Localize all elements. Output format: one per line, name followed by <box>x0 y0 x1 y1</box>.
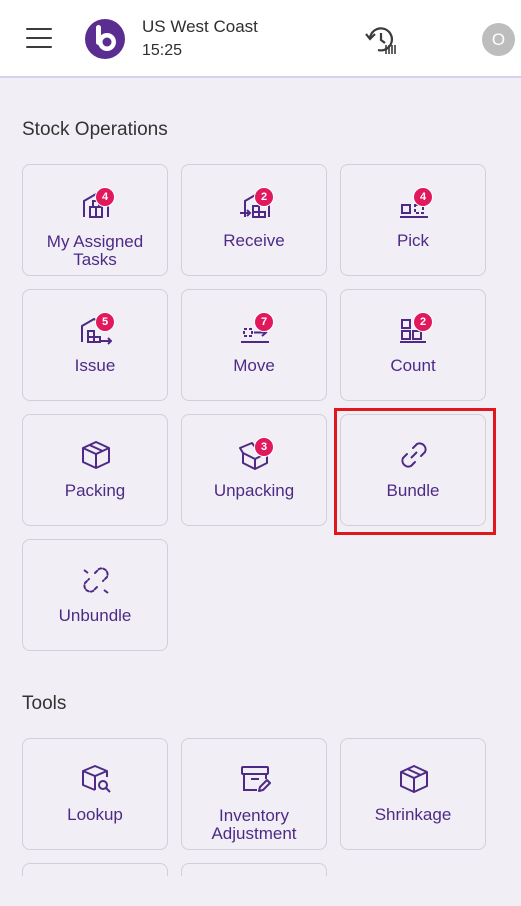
tile-label: Inventory Adjustment <box>211 806 297 843</box>
tile-label: Receive <box>223 231 285 250</box>
tile-label: Lookup <box>67 805 123 824</box>
box-icon <box>82 441 110 469</box>
badge-count: 2 <box>413 312 433 332</box>
tile-packing[interactable]: Packing <box>22 414 168 526</box>
top-bar: US West Coast 15:25 O <box>0 0 521 78</box>
scroll-fade <box>0 876 521 906</box>
tile-lookup[interactable]: Lookup <box>22 738 168 850</box>
badge-count: 4 <box>413 187 433 207</box>
current-time: 15:25 <box>142 42 183 59</box>
app-logo <box>85 19 125 59</box>
unlink-icon <box>83 567 109 594</box>
box-edit-icon <box>241 766 271 792</box>
tile-label: Packing <box>64 481 126 500</box>
tile-label: My Assigned Tasks <box>46 232 144 269</box>
badge-count: 7 <box>254 312 274 332</box>
badge-count: 5 <box>95 312 115 332</box>
tile-label: Unpacking <box>213 481 295 500</box>
hamburger-menu-icon[interactable] <box>26 28 52 50</box>
tile-label: Unbundle <box>58 606 132 625</box>
tile-pick[interactable]: 4 Pick <box>340 164 486 276</box>
tile-label: Move <box>233 356 275 375</box>
tile-label: Issue <box>74 356 116 375</box>
tile-move[interactable]: 7 Move <box>181 289 327 401</box>
stock-operations-title: Stock Operations <box>22 119 168 140</box>
tile-my-assigned-tasks[interactable]: 4 My Assigned Tasks <box>22 164 168 276</box>
tile-unpacking[interactable]: 3 Unpacking <box>181 414 327 526</box>
tile-issue[interactable]: 5 Issue <box>22 289 168 401</box>
box-shrink-icon <box>400 765 428 793</box>
tile-label: Pick <box>396 231 430 250</box>
tile-shrinkage[interactable]: Shrinkage <box>340 738 486 850</box>
tools-title: Tools <box>22 693 67 714</box>
badge-count: 3 <box>254 437 274 457</box>
location-name[interactable]: US West Coast <box>142 16 258 38</box>
badge-count: 2 <box>254 187 274 207</box>
tile-count[interactable]: 2 Count <box>340 289 486 401</box>
tile-inventory-adjustment[interactable]: Inventory Adjustment <box>181 738 327 850</box>
badge-count: 4 <box>95 187 115 207</box>
tile-label: Count <box>390 356 436 375</box>
tile-label: Shrinkage <box>374 805 452 824</box>
history-icon[interactable] <box>364 24 400 56</box>
user-avatar[interactable]: O <box>482 23 515 56</box>
tile-receive[interactable]: 2 Receive <box>181 164 327 276</box>
bundle-highlight-box <box>334 408 496 535</box>
tile-unbundle[interactable]: Unbundle <box>22 539 168 651</box>
box-search-icon <box>82 765 111 793</box>
